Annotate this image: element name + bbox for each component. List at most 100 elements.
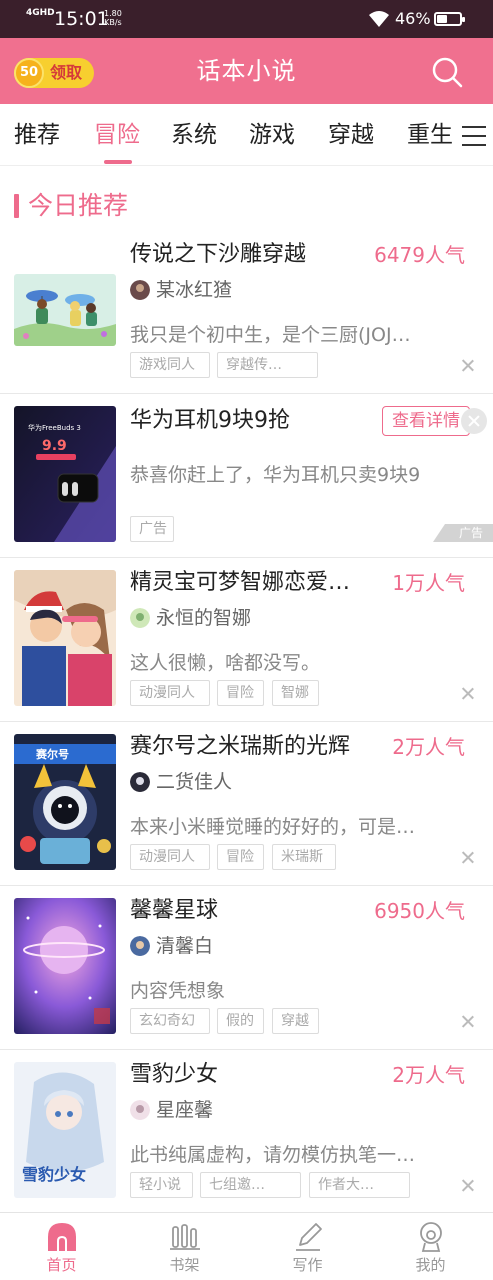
- ad-tag: 广告: [130, 516, 174, 542]
- book-title[interactable]: 馨馨星球: [130, 896, 370, 926]
- author-avatar: [130, 936, 150, 956]
- nav-bookshelf[interactable]: 书架: [123, 1213, 246, 1280]
- tag[interactable]: 冒险: [217, 680, 264, 706]
- dismiss-icon[interactable]: [460, 358, 476, 374]
- book-cover[interactable]: 赛尔号: [14, 734, 116, 870]
- wifi-icon: [369, 11, 389, 27]
- tag[interactable]: 游戏同人: [130, 352, 210, 378]
- book-row[interactable]: 馨馨星球 6950人气 清馨白 内容凭想象 玄幻奇幻 假的 穿越: [0, 886, 493, 1050]
- book-title[interactable]: 精灵宝可梦智娜恋爱…: [130, 568, 370, 598]
- tag[interactable]: 智娜: [272, 680, 319, 706]
- book-description: 此书纯属虚构，请勿模仿执笔一…: [130, 1144, 416, 1166]
- battery-level-fill: [437, 15, 447, 23]
- tab-adventure[interactable]: 冒险: [94, 120, 140, 150]
- author-avatar: [130, 772, 150, 792]
- nav-label: 我的: [415, 1256, 446, 1274]
- section-title: 今日推荐: [28, 191, 129, 220]
- tag[interactable]: 冒险: [217, 844, 264, 870]
- popularity-count: 6479人气: [374, 243, 465, 267]
- search-icon[interactable]: [430, 55, 464, 89]
- nav-write[interactable]: 写作: [246, 1213, 369, 1280]
- author-name: 星座馨: [156, 1099, 214, 1121]
- book-description: 本来小米睡觉睡的好好的，可是…: [130, 816, 416, 838]
- tab-recommend[interactable]: 推荐: [14, 120, 60, 150]
- dismiss-icon[interactable]: [460, 850, 476, 866]
- ad-badge: 广告: [433, 524, 493, 542]
- view-details-button[interactable]: 查看详情: [382, 406, 470, 436]
- tab-rebirth[interactable]: 重生: [407, 120, 453, 150]
- tab-game[interactable]: 游戏: [249, 120, 295, 150]
- app-title: 话本小说: [196, 57, 297, 85]
- nav-profile[interactable]: 我的: [369, 1213, 492, 1280]
- network-speed-unit: KB/s: [104, 18, 122, 27]
- ad-title[interactable]: 华为耳机9块9抢: [130, 406, 370, 436]
- clock: 15:01: [54, 8, 109, 30]
- book-cover[interactable]: [14, 274, 116, 346]
- dismiss-icon[interactable]: [460, 1178, 476, 1194]
- author-name: 某冰红猹: [156, 279, 233, 301]
- ad-cover[interactable]: 华为FreeBuds 3 9.9: [14, 406, 116, 542]
- bottom-navigation: 首页 书架 写作 我的: [0, 1212, 493, 1280]
- cover-title: 雪豹少女: [22, 1165, 86, 1184]
- book-row[interactable]: 传说之下沙雕穿越 6479人气 某冰红猹 我只是个初中生，是个三厨(JOJ… 游…: [0, 230, 493, 394]
- book-description: 这人很懒，啥都没写。: [130, 652, 321, 674]
- book-title[interactable]: 雪豹少女: [130, 1060, 370, 1090]
- book-row[interactable]: 精灵宝可梦智娜恋爱… 1万人气 永恒的智娜 这人很懒，啥都没写。 动漫同人 冒险…: [0, 558, 493, 722]
- book-row[interactable]: 赛尔号 赛尔号之米瑞斯的光辉 2万人气 二货佳人 本来小米睡觉睡的好好的，可是……: [0, 722, 493, 886]
- tag[interactable]: 穿越传…: [217, 352, 318, 378]
- active-tab-indicator: [104, 160, 132, 164]
- book-title[interactable]: 赛尔号之米瑞斯的光辉: [130, 732, 370, 762]
- ad-description: 恭喜你赶上了，华为耳机只卖9块9: [130, 464, 421, 486]
- tag[interactable]: 动漫同人: [130, 680, 210, 706]
- ad-cover-price: 9.9: [42, 438, 67, 454]
- tag[interactable]: 动漫同人: [130, 844, 210, 870]
- author-avatar: [130, 608, 150, 628]
- tag[interactable]: 作者大…: [309, 1172, 410, 1198]
- book-title[interactable]: 传说之下沙雕穿越: [130, 240, 370, 270]
- close-icon[interactable]: [461, 408, 487, 434]
- category-tabs: 推荐 冒险 系统 游戏 穿越 重生: [0, 104, 493, 166]
- book-cover[interactable]: [14, 898, 116, 1034]
- network-indicator: 4GHD: [26, 8, 55, 18]
- battery-icon: [434, 12, 465, 26]
- author-avatar: [130, 280, 150, 300]
- tag[interactable]: 米瑞斯: [272, 844, 336, 870]
- battery-percent: 46%: [395, 9, 431, 28]
- popularity-count: 2万人气: [392, 1063, 465, 1087]
- tag[interactable]: 玄幻奇幻: [130, 1008, 210, 1034]
- profile-icon: [420, 1222, 442, 1252]
- tag[interactable]: 穿越: [272, 1008, 319, 1034]
- popularity-count: 1万人气: [392, 571, 465, 595]
- pencil-icon: [296, 1223, 322, 1251]
- book-cover[interactable]: [14, 570, 116, 706]
- cover-title: 赛尔号: [35, 747, 69, 761]
- dismiss-icon[interactable]: [460, 1014, 476, 1030]
- network-speed-value: 1.80: [104, 9, 122, 18]
- book-row[interactable]: 雪豹少女 雪豹少女 2万人气 星座馨 此书纯属虚构，请勿模仿执笔一… 轻小说 七…: [0, 1050, 493, 1214]
- popularity-count: 2万人气: [392, 735, 465, 759]
- author-name: 永恒的智娜: [156, 607, 252, 629]
- author-avatar: [130, 1100, 150, 1120]
- nav-label: 写作: [292, 1256, 323, 1274]
- tag[interactable]: 轻小说: [130, 1172, 193, 1198]
- author-name: 二货佳人: [156, 771, 233, 793]
- network-speed: 1.80 KB/s: [104, 9, 122, 27]
- status-bar: 4GHD 15:01 1.80 KB/s 46%: [0, 0, 493, 38]
- nav-label: 书架: [169, 1256, 200, 1274]
- tab-system[interactable]: 系统: [171, 120, 217, 150]
- ad-row[interactable]: 华为FreeBuds 3 9.9 华为耳机9块9抢 查看详情 恭喜你赶上了，华为…: [0, 394, 493, 558]
- ad-cover-product: 华为FreeBuds 3: [28, 423, 81, 432]
- book-cover[interactable]: 雪豹少女: [14, 1062, 116, 1198]
- book-description: 内容凭想象: [130, 980, 226, 1002]
- menu-icon[interactable]: [458, 124, 488, 148]
- bookshelf-icon: [170, 1224, 200, 1250]
- popularity-count: 6950人气: [374, 899, 465, 923]
- nav-label: 首页: [46, 1256, 77, 1274]
- tag[interactable]: 假的: [217, 1008, 264, 1034]
- book-description: 我只是个初中生，是个三厨(JOJ…: [130, 324, 411, 346]
- tab-time-travel[interactable]: 穿越: [328, 120, 374, 150]
- nav-home[interactable]: 首页: [0, 1213, 123, 1280]
- dismiss-icon[interactable]: [460, 686, 476, 702]
- tag[interactable]: 七组邀…: [200, 1172, 301, 1198]
- home-icon: [48, 1223, 76, 1251]
